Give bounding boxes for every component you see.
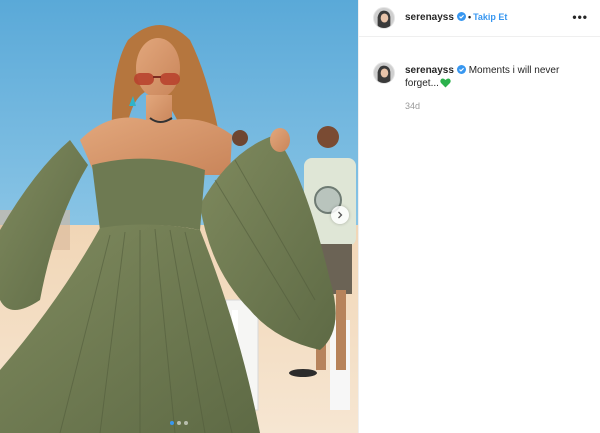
post-photo[interactable]	[0, 0, 358, 433]
follow-button[interactable]: Takip Et	[473, 12, 507, 22]
next-slide-button[interactable]	[331, 206, 349, 224]
post-timestamp[interactable]: 34d	[405, 101, 420, 111]
post-caption: serenayss Moments i will never forget...	[405, 64, 585, 90]
verified-badge-icon	[456, 12, 466, 21]
carousel-indicator	[0, 421, 358, 425]
separator-dot: •	[467, 12, 472, 22]
carousel-dot	[170, 421, 174, 425]
post-header: serenayss • Takip Et •••	[359, 0, 600, 37]
caption-username-link[interactable]: serenayss	[405, 65, 454, 76]
photo-scene	[0, 0, 358, 433]
post-author: serenayss • Takip Et	[405, 12, 507, 23]
post-side-panel: serenayss • Takip Et ••• serenayss Moment…	[358, 0, 600, 433]
green-heart-icon	[440, 78, 451, 88]
profile-picture	[374, 63, 394, 83]
chevron-right-icon	[338, 211, 343, 219]
avatar[interactable]	[373, 7, 395, 29]
verified-badge-icon	[456, 65, 466, 74]
carousel-dot	[177, 421, 181, 425]
carousel-dot	[184, 421, 188, 425]
profile-picture	[374, 8, 394, 28]
more-options-icon[interactable]: •••	[572, 10, 588, 24]
caption-avatar[interactable]	[373, 62, 395, 84]
username-link[interactable]: serenayss	[405, 12, 454, 23]
